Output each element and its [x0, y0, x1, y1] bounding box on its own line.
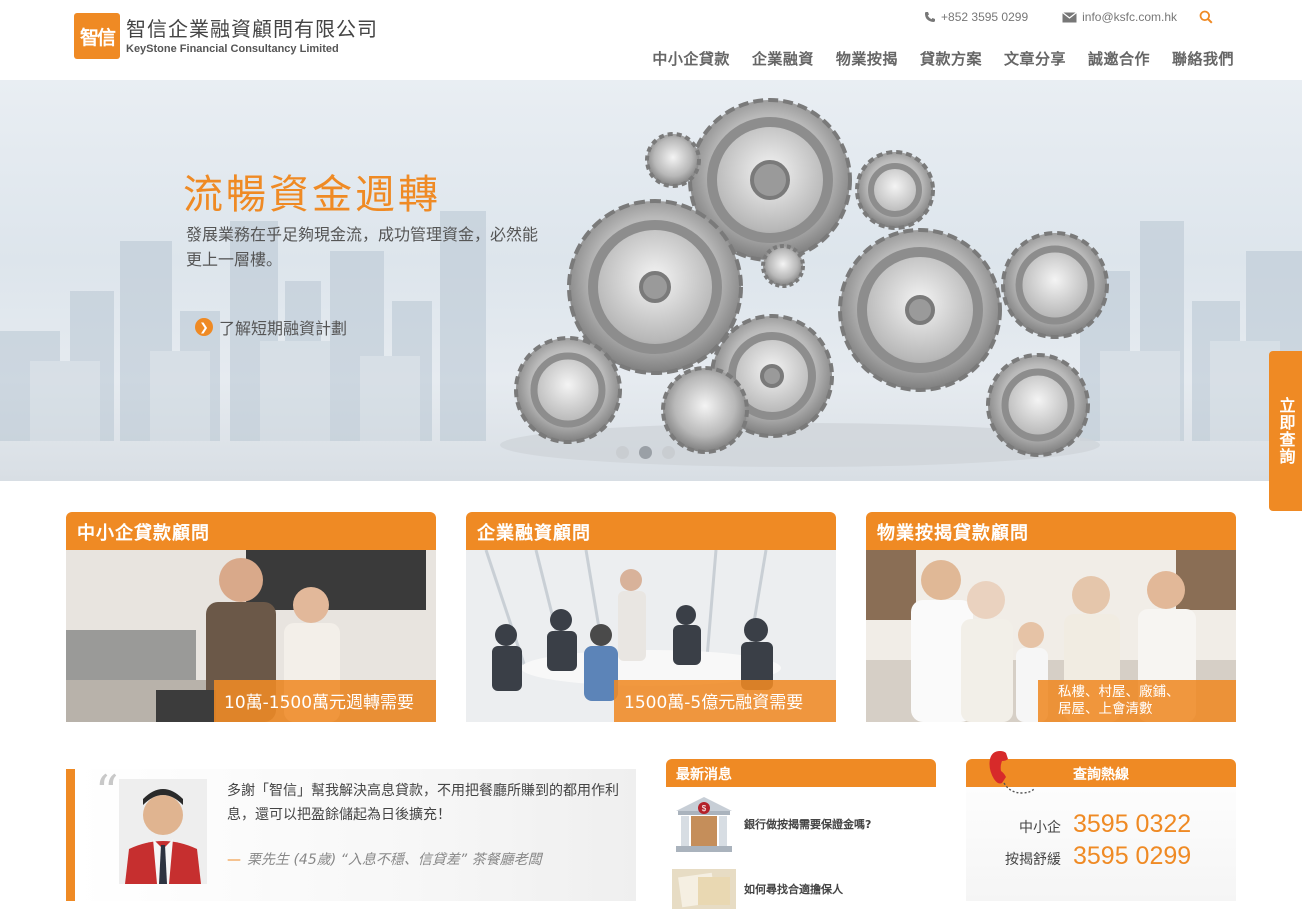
hero-title: 流暢資金週轉	[183, 172, 441, 218]
hero-banner: 流暢資金週轉 發展業務在乎足夠現金流，成功管理資金，必然能更上一層樓。 ❯ 了解…	[0, 80, 1302, 481]
testimonial-author: — 栗先生 (45歲) “入息不穩、信貸差” 茶餐廳老闆	[227, 849, 542, 869]
top-contact-bar: +852 3595 0299 info@ksfc.com.hk	[924, 10, 1218, 24]
nav-contact[interactable]: 聯絡我們	[1172, 48, 1234, 69]
main-nav: 中小企貸款 企業融資 物業按揭 貸款方案 文章分享 誠邀合作 聯絡我們	[630, 48, 1234, 69]
svg-text:$: $	[702, 804, 707, 813]
company-logo[interactable]: 智信 智信企業融資顧問有限公司 KeyStone Financial Consu…	[74, 13, 378, 59]
card-image-family: 私樓、村屋、廠鋪、 居屋、上會清數	[866, 550, 1236, 722]
gears-illustration	[500, 98, 1109, 467]
site-header: 智信 智信企業融資顧問有限公司 KeyStone Financial Consu…	[0, 0, 1302, 80]
service-card-sme[interactable]: 中小企貸款顧問 10萬-1500萬元週轉需要	[66, 512, 436, 722]
news-item[interactable]: $ 銀行做按揭需要保證金嗎?	[672, 793, 871, 855]
search-icon[interactable]	[1199, 10, 1213, 24]
hotline-row-mortgage-relief[interactable]: 按揭舒緩 3595 0299	[991, 842, 1191, 871]
company-name-zh: 智信企業融資顧問有限公司	[126, 17, 378, 41]
testimonial-author-text: 栗先生 (45歲) “入息不穩、信貸差” 茶餐廳老闆	[247, 852, 542, 868]
card-image-cafe-staff: 10萬-1500萬元週轉需要	[66, 550, 436, 722]
card-caption: 10萬-1500萬元週轉需要	[214, 680, 436, 722]
news-panel: 最新消息 $ 銀行做按揭需要保證金嗎? 如何尋找合適擔保人	[666, 759, 936, 909]
slider-pagination	[616, 446, 685, 459]
nav-partnership[interactable]: 誠邀合作	[1088, 48, 1150, 69]
card-caption: 私樓、村屋、廠鋪、 居屋、上會清數	[1038, 680, 1236, 722]
documents-icon	[672, 869, 736, 909]
nav-articles[interactable]: 文章分享	[1004, 48, 1066, 69]
hotline-number[interactable]: 3595 0299	[1073, 842, 1191, 871]
hotline-label: 按揭舒緩	[1005, 852, 1061, 868]
card-title: 中小企貸款顧問	[66, 512, 436, 550]
bank-icon: $	[676, 797, 732, 852]
email-contact[interactable]: info@ksfc.com.hk	[1062, 10, 1177, 24]
news-heading: 最新消息	[666, 759, 936, 787]
phone-icon	[925, 12, 936, 22]
phone-contact[interactable]: +852 3595 0299	[924, 10, 1028, 24]
logo-mark: 智信	[74, 13, 120, 59]
quote-icon: “	[95, 765, 119, 819]
slide-dot-2[interactable]	[639, 446, 652, 459]
dash-icon: —	[227, 852, 241, 868]
card-title: 物業按揭貸款顧問	[866, 512, 1236, 550]
hero-cta-label: 了解短期融資計劃	[219, 319, 348, 338]
testimonial-quote: 多謝「智信」幫我解決高息貸款，不用把餐廳所賺到的都用作利息，還可以把盈餘儲起為日…	[227, 783, 619, 823]
testimonial: “ 多謝「智信」幫我解決高息貸款，不用把餐廳所賺到的都用作利息，還可以把盈餘儲起…	[66, 765, 636, 901]
nav-sme-loans[interactable]: 中小企貸款	[652, 48, 730, 69]
card-title: 企業融資顧問	[466, 512, 836, 550]
card-caption: 1500萬-5億元融資需要	[614, 680, 836, 722]
service-card-corporate[interactable]: 企業融資顧問 1500萬-5億元融資需要	[466, 512, 836, 722]
slide-dot-3[interactable]	[662, 446, 675, 459]
hotline-number[interactable]: 3595 0322	[1073, 810, 1191, 839]
nav-mortgage[interactable]: 物業按揭	[836, 48, 898, 69]
envelope-icon	[1062, 11, 1077, 22]
nav-corporate-finance[interactable]: 企業融資	[752, 48, 814, 69]
card-caption-line-2: 居屋、上會清數	[1058, 701, 1153, 717]
slide-dot-1[interactable]	[616, 446, 629, 459]
service-card-mortgage[interactable]: 物業按揭貸款顧問 私樓、村屋、廠鋪、 居屋、上會清數	[866, 512, 1236, 722]
phone-number: +852 3595 0299	[941, 10, 1029, 24]
hero-subtitle: 發展業務在乎足夠現金流，成功管理資金，必然能更上一層樓。	[186, 225, 539, 269]
news-title: 銀行做按揭需要保證金嗎?	[744, 818, 872, 831]
card-caption-line-1: 私樓、村屋、廠鋪、	[1058, 684, 1180, 700]
hotline-panel: 查詢熱線 中小企 3595 0322 按揭舒緩 3595 0299	[966, 751, 1236, 901]
hotline-label: 中小企	[1019, 820, 1061, 836]
telephone-icon	[989, 751, 1035, 794]
news-title: 如何尋找合適擔保人	[744, 883, 843, 896]
quick-enquiry-label: 立即查詢	[1276, 397, 1296, 465]
hotline-row-sme[interactable]: 中小企 3595 0322	[991, 810, 1191, 839]
email-address: info@ksfc.com.hk	[1082, 10, 1177, 24]
company-name-en: KeyStone Financial Consultancy Limited	[126, 43, 339, 55]
quick-enquiry-tab[interactable]: 立即查詢	[1269, 351, 1302, 511]
hero-cta-link[interactable]: ❯ 了解短期融資計劃	[195, 315, 347, 339]
customer-photo	[119, 779, 207, 884]
card-image-business-meeting: 1500萬-5億元融資需要	[466, 550, 836, 722]
news-item[interactable]: 如何尋找合適擔保人	[672, 869, 843, 909]
nav-loan-plans[interactable]: 貸款方案	[920, 48, 982, 69]
logo-text: 智信企業融資顧問有限公司 KeyStone Financial Consulta…	[126, 16, 378, 56]
arrow-right-icon: ❯	[195, 318, 213, 336]
